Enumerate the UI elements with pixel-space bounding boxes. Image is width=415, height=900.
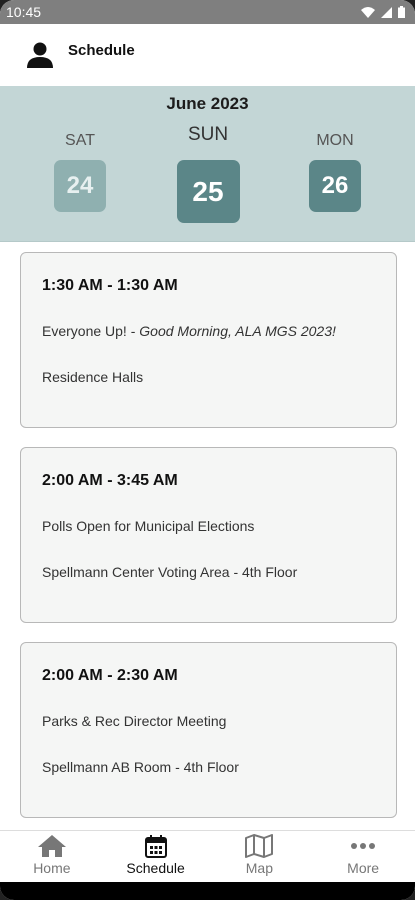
day-name: SUN bbox=[187, 124, 229, 145]
event-name: Polls Open for Municipal Elections bbox=[42, 518, 375, 534]
event-name-text: Parks & Rec Director Meeting bbox=[42, 713, 227, 729]
nav-home[interactable]: Home bbox=[0, 831, 104, 882]
month-label: June 2023 bbox=[166, 94, 249, 113]
day-number-button[interactable]: 24 bbox=[54, 160, 106, 212]
battery-icon bbox=[398, 6, 405, 18]
home-icon bbox=[37, 834, 67, 858]
nav-label: Home bbox=[33, 860, 71, 876]
event-card[interactable]: 1:30 AM - 1:30 AM Everyone Up! - Good Mo… bbox=[20, 252, 397, 428]
event-name: Everyone Up! - Good Morning, ALA MGS 202… bbox=[42, 323, 375, 339]
nav-label: More bbox=[347, 860, 380, 876]
nav-map[interactable]: Map bbox=[208, 831, 312, 882]
map-icon bbox=[244, 834, 274, 858]
more-icon bbox=[348, 834, 378, 858]
nav-more[interactable]: More bbox=[311, 831, 415, 882]
event-name-text: Everyone Up! - bbox=[42, 323, 140, 339]
app-bar: Schedule bbox=[0, 24, 415, 86]
nav-schedule[interactable]: Schedule bbox=[104, 831, 208, 882]
event-time: 2:00 AM - 3:45 AM bbox=[42, 472, 178, 489]
page-title: Schedule bbox=[68, 41, 135, 59]
nav-label: Map bbox=[245, 860, 273, 876]
event-list: 1:30 AM - 1:30 AM Everyone Up! - Good Mo… bbox=[20, 252, 397, 837]
wifi-icon bbox=[361, 6, 375, 18]
nav-label: Schedule bbox=[126, 860, 185, 876]
event-name: Parks & Rec Director Meeting bbox=[42, 713, 375, 729]
event-location: Residence Halls bbox=[42, 369, 144, 385]
bottom-navigation: Home Schedule Map More bbox=[0, 830, 415, 882]
event-location: Spellmann AB Room - 4th Floor bbox=[42, 759, 239, 775]
phone-screen: 10:45 Schedule June 2023 SAT 24 SUN 25 M… bbox=[0, 0, 415, 900]
day-monday[interactable]: MON 26 bbox=[308, 132, 362, 212]
day-name: MON bbox=[316, 132, 354, 149]
status-icons bbox=[361, 6, 405, 18]
event-card[interactable]: 2:00 AM - 2:30 AM Parks & Rec Director M… bbox=[20, 642, 397, 818]
event-time: 1:30 AM - 1:30 AM bbox=[42, 277, 178, 294]
day-number-button[interactable]: 25 bbox=[176, 160, 240, 223]
event-name-text: Polls Open for Municipal Elections bbox=[42, 518, 255, 534]
calendar-icon bbox=[144, 834, 168, 858]
event-location: Spellmann Center Voting Area - 4th Floor bbox=[42, 564, 298, 580]
event-card[interactable]: 2:00 AM - 3:45 AM Polls Open for Municip… bbox=[20, 447, 397, 623]
event-name-italic: Good Morning, ALA MGS 2023! bbox=[139, 323, 336, 339]
day-saturday[interactable]: SAT 24 bbox=[53, 132, 107, 212]
user-icon[interactable] bbox=[26, 41, 54, 69]
day-sunday-selected[interactable]: SUN 25 bbox=[176, 124, 240, 223]
date-selector: June 2023 SAT 24 SUN 25 MON 26 bbox=[0, 86, 415, 242]
event-time: 2:00 AM - 2:30 AM bbox=[42, 667, 178, 684]
status-bar: 10:45 bbox=[0, 0, 415, 24]
status-time: 10:45 bbox=[6, 4, 42, 20]
system-navigation-bar bbox=[0, 882, 415, 900]
signal-icon bbox=[381, 6, 392, 18]
day-number-button[interactable]: 26 bbox=[309, 160, 361, 212]
day-name: SAT bbox=[65, 132, 95, 149]
